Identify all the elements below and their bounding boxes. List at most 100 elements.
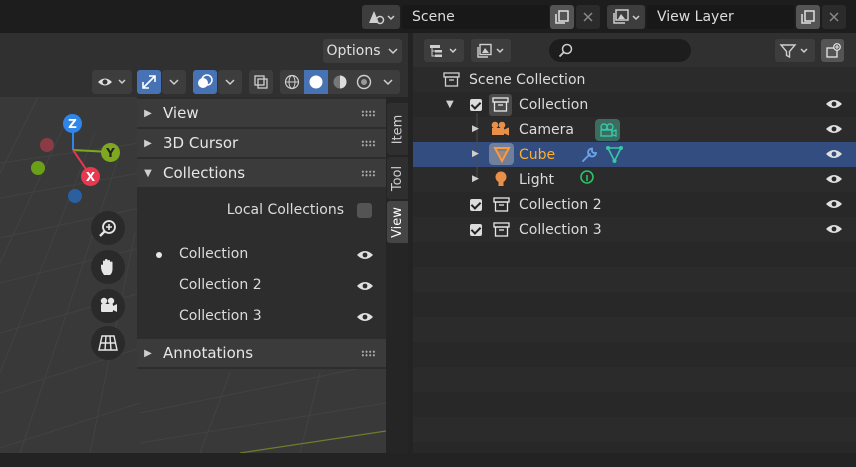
gizmo-neg-z[interactable] — [68, 189, 82, 203]
ortho-toggle-button[interactable] — [91, 326, 125, 360]
render-layer-icon — [477, 43, 504, 58]
section-view[interactable]: ▶ View — [137, 99, 386, 127]
collection-item-label: Collection 2 — [179, 277, 262, 293]
options-dropdown[interactable]: Options — [323, 39, 402, 63]
eye-icon — [98, 78, 126, 86]
collection-list-item[interactable]: Collection 3 — [137, 301, 386, 331]
scene-name-field[interactable]: Scene — [402, 5, 549, 29]
drag-handle-icon[interactable] — [361, 110, 376, 117]
outliner-item-label[interactable]: Cube — [519, 147, 555, 163]
eye-icon[interactable] — [825, 148, 843, 160]
camera-data-button[interactable] — [595, 119, 620, 141]
gizmo-x-label: X — [85, 169, 96, 184]
sidebar-panel: ▶ View ▶ 3D Cursor ▼ Collections Local C… — [137, 97, 386, 369]
shading-rendered-button[interactable] — [352, 70, 376, 94]
gizmo-neg-y[interactable] — [31, 161, 45, 175]
view-layer-name-field[interactable]: View Layer — [647, 5, 794, 29]
view-layer-filter-dropdown[interactable] — [471, 39, 511, 62]
collection-list-item[interactable]: Collection 2 — [137, 270, 386, 300]
visibility-dropdown[interactable] — [92, 70, 132, 94]
local-collections-checkbox[interactable] — [357, 203, 372, 218]
outliner-item-label[interactable]: Collection 2 — [519, 197, 602, 213]
outliner-item-label[interactable]: Light — [519, 172, 554, 188]
drag-handle-icon[interactable] — [361, 140, 376, 147]
gizmo-x-axis[interactable]: X — [81, 167, 100, 186]
outliner-item-label[interactable]: Collection 3 — [519, 222, 602, 238]
delete-view-layer-button[interactable] — [822, 5, 846, 29]
duplicate-icon — [801, 10, 815, 24]
gizmo-neg-x[interactable] — [40, 138, 54, 152]
collection-icon-wrap — [489, 94, 512, 116]
shading-dropdown[interactable] — [376, 70, 400, 94]
overlays-dropdown[interactable] — [218, 70, 242, 94]
exclude-checkbox[interactable] — [470, 99, 482, 111]
eye-icon[interactable] — [825, 173, 843, 185]
drag-handle-icon[interactable] — [361, 170, 376, 177]
exclude-checkbox[interactable] — [470, 224, 482, 236]
chevron-down-icon — [225, 79, 235, 86]
eye-icon[interactable] — [825, 223, 843, 235]
outliner-search-input[interactable] — [549, 39, 691, 62]
drag-handle-icon[interactable] — [361, 350, 376, 357]
eye-icon[interactable] — [356, 280, 374, 292]
mesh-object-icon — [492, 147, 511, 163]
outliner-item-label[interactable]: Camera — [519, 122, 574, 138]
display-mode-dropdown[interactable] — [424, 39, 464, 62]
disclosure-right-icon[interactable]: ▶ — [472, 124, 479, 134]
scene-selector-button[interactable] — [362, 5, 400, 29]
light-data-icon[interactable] — [578, 169, 596, 189]
exclude-checkbox[interactable] — [470, 199, 482, 211]
eye-icon[interactable] — [356, 249, 374, 261]
delete-scene-button[interactable] — [576, 5, 600, 29]
new-scene-button[interactable] — [550, 5, 574, 29]
camera-view-button[interactable] — [91, 289, 125, 323]
expand-arrow-icon: ▶ — [144, 107, 152, 119]
mesh-data-icon[interactable] — [605, 145, 624, 164]
collection-list-item[interactable]: Collection — [137, 239, 386, 269]
close-icon — [829, 12, 839, 22]
zoom-button[interactable] — [91, 211, 125, 245]
section-3d-cursor[interactable]: ▶ 3D Cursor — [137, 129, 386, 157]
new-collection-button[interactable] — [821, 39, 844, 62]
xray-toggle-button[interactable] — [249, 70, 273, 94]
eye-icon[interactable] — [825, 123, 843, 135]
zoom-icon — [99, 220, 116, 237]
disclosure-right-icon[interactable]: ▶ — [472, 174, 479, 184]
wireframe-sphere-icon — [284, 74, 300, 90]
search-icon — [558, 43, 573, 58]
tab-view[interactable]: View — [387, 201, 408, 243]
section-collections[interactable]: ▼ Collections — [137, 159, 386, 187]
disclosure-right-icon[interactable]: ▶ — [472, 149, 479, 159]
disclosure-down-icon[interactable]: ▼ — [446, 99, 454, 110]
overlays-icon — [198, 74, 213, 88]
section-collections-label: Collections — [163, 164, 246, 182]
overlays-toggle-button[interactable] — [193, 70, 217, 94]
eye-icon[interactable] — [356, 311, 374, 323]
eye-icon[interactable] — [825, 98, 843, 110]
tab-tool[interactable]: Tool — [387, 157, 408, 199]
view-layer-selector-button[interactable] — [607, 5, 645, 29]
shading-solid-button[interactable] — [304, 70, 328, 94]
gizmo-y-axis[interactable]: Y — [101, 143, 120, 162]
gizmo-toggle-button[interactable] — [137, 70, 161, 94]
eye-icon[interactable] — [825, 198, 843, 210]
wrench-icon[interactable] — [580, 146, 599, 164]
shading-material-button[interactable] — [328, 70, 352, 94]
camera-object-icon — [491, 121, 509, 136]
shading-wireframe-button[interactable] — [280, 70, 304, 94]
collection-item-label: Collection — [179, 246, 249, 262]
gizmo-dropdown[interactable] — [162, 70, 186, 94]
tab-item[interactable]: Item — [387, 103, 408, 155]
pan-button[interactable] — [91, 250, 125, 284]
chevron-down-icon — [383, 79, 393, 86]
tab-view-label: View — [390, 206, 406, 238]
outliner-item-label[interactable]: Collection — [519, 97, 588, 113]
cube-icon-wrap — [489, 143, 514, 165]
new-view-layer-button[interactable] — [796, 5, 820, 29]
collection-icon — [493, 197, 510, 212]
filter-dropdown[interactable] — [775, 39, 815, 62]
section-annotations[interactable]: ▶ Annotations — [137, 339, 386, 367]
tab-tool-label: Tool — [390, 165, 406, 191]
gizmo-z-axis[interactable]: Z — [63, 114, 82, 133]
outliner-item-label[interactable]: Scene Collection — [469, 72, 585, 88]
